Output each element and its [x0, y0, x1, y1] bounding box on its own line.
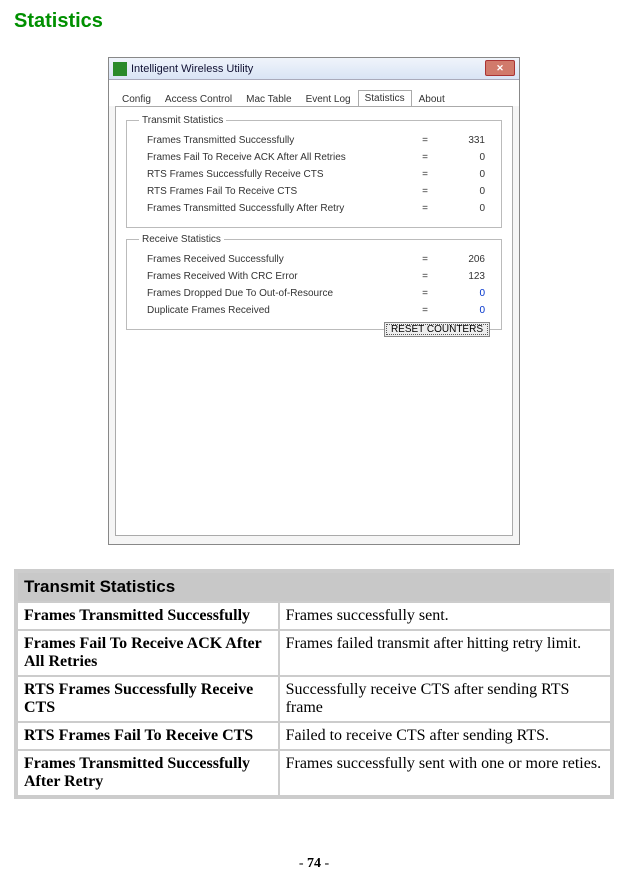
definition: Failed to receive CTS after sending RTS. [280, 723, 610, 749]
stat-value: 0 [445, 305, 491, 316]
dialog-screenshot: Intelligent Wireless Utility Config Acce… [14, 57, 614, 545]
tab-about[interactable]: About [412, 91, 452, 107]
stat-label: RTS Frames Fail To Receive CTS [147, 186, 405, 197]
window-title: Intelligent Wireless Utility [131, 63, 253, 75]
stat-value: 0 [445, 169, 491, 180]
reset-counters-button[interactable]: RESET COUNTERS [384, 322, 490, 337]
term: Frames Fail To Receive ACK After All Ret… [18, 631, 278, 675]
stat-row: Frames Received With CRC Error = 123 [133, 268, 495, 285]
stat-row: RTS Frames Successfully Receive CTS = 0 [133, 166, 495, 183]
stat-value: 331 [445, 135, 491, 146]
stat-row: Frames Transmitted Successfully = 331 [133, 132, 495, 149]
term: RTS Frames Fail To Receive CTS [18, 723, 278, 749]
table-row: RTS Frames Fail To Receive CTS Failed to… [18, 723, 610, 749]
tab-mac-table[interactable]: Mac Table [239, 91, 298, 107]
stat-label: Frames Dropped Due To Out-of-Resource [147, 288, 405, 299]
definition: Successfully receive CTS after sending R… [280, 677, 610, 721]
term: Frames Transmitted Successfully After Re… [18, 751, 278, 795]
stat-row: RTS Frames Fail To Receive CTS = 0 [133, 183, 495, 200]
stat-value: 0 [445, 186, 491, 197]
titlebar: Intelligent Wireless Utility [109, 58, 519, 80]
stat-eq: = [405, 186, 445, 197]
table-row: Frames Fail To Receive ACK After All Ret… [18, 631, 610, 675]
stat-row: Duplicate Frames Received = 0 [133, 302, 495, 319]
tabs: Config Access Control Mac Table Event Lo… [109, 80, 519, 106]
table-row: RTS Frames Successfully Receive CTS Succ… [18, 677, 610, 721]
tab-statistics[interactable]: Statistics [358, 90, 412, 107]
page-title: Statistics [14, 10, 614, 33]
stat-row: Frames Transmitted Successfully After Re… [133, 200, 495, 217]
stat-label: Frames Transmitted Successfully [147, 135, 405, 146]
description-table: Transmit Statistics Frames Transmitted S… [14, 569, 614, 799]
stat-label: Frames Received With CRC Error [147, 271, 405, 282]
stat-value: 0 [445, 288, 491, 299]
stat-eq: = [405, 169, 445, 180]
tab-event-log[interactable]: Event Log [299, 91, 358, 107]
table-row: Frames Transmitted Successfully Frames s… [18, 603, 610, 629]
definition: Frames successfully sent with one or mor… [280, 751, 610, 795]
close-icon[interactable] [485, 60, 515, 76]
stat-eq: = [405, 271, 445, 282]
stat-value: 123 [445, 271, 491, 282]
stat-value: 206 [445, 254, 491, 265]
section-header: Transmit Statistics [18, 573, 610, 601]
app-icon [113, 62, 127, 76]
term: Frames Transmitted Successfully [18, 603, 278, 629]
dialog-window: Intelligent Wireless Utility Config Acce… [108, 57, 520, 545]
definition: Frames successfully sent. [280, 603, 610, 629]
receive-fieldset: Receive Statistics Frames Received Succe… [126, 234, 502, 330]
tab-config[interactable]: Config [115, 91, 158, 107]
receive-legend: Receive Statistics [139, 234, 224, 245]
definition: Frames failed transmit after hitting ret… [280, 631, 610, 675]
stat-row: Frames Dropped Due To Out-of-Resource = … [133, 285, 495, 302]
stat-eq: = [405, 305, 445, 316]
stat-label: Frames Fail To Receive ACK After All Ret… [147, 152, 405, 163]
stat-value: 0 [445, 203, 491, 214]
stat-label: RTS Frames Successfully Receive CTS [147, 169, 405, 180]
stat-eq: = [405, 203, 445, 214]
stat-row: Frames Fail To Receive ACK After All Ret… [133, 149, 495, 166]
tab-access-control[interactable]: Access Control [158, 91, 239, 107]
table-row: Frames Transmitted Successfully After Re… [18, 751, 610, 795]
page-number: - 74 - [0, 856, 628, 872]
stat-value: 0 [445, 152, 491, 163]
stat-row: Frames Received Successfully = 206 [133, 251, 495, 268]
tab-body: Transmit Statistics Frames Transmitted S… [115, 106, 513, 536]
stat-eq: = [405, 254, 445, 265]
stat-eq: = [405, 135, 445, 146]
stat-label: Duplicate Frames Received [147, 305, 405, 316]
stat-label: Frames Transmitted Successfully After Re… [147, 203, 405, 214]
transmit-legend: Transmit Statistics [139, 115, 226, 126]
stat-eq: = [405, 288, 445, 299]
transmit-fieldset: Transmit Statistics Frames Transmitted S… [126, 115, 502, 228]
stat-eq: = [405, 152, 445, 163]
term: RTS Frames Successfully Receive CTS [18, 677, 278, 721]
stat-label: Frames Received Successfully [147, 254, 405, 265]
